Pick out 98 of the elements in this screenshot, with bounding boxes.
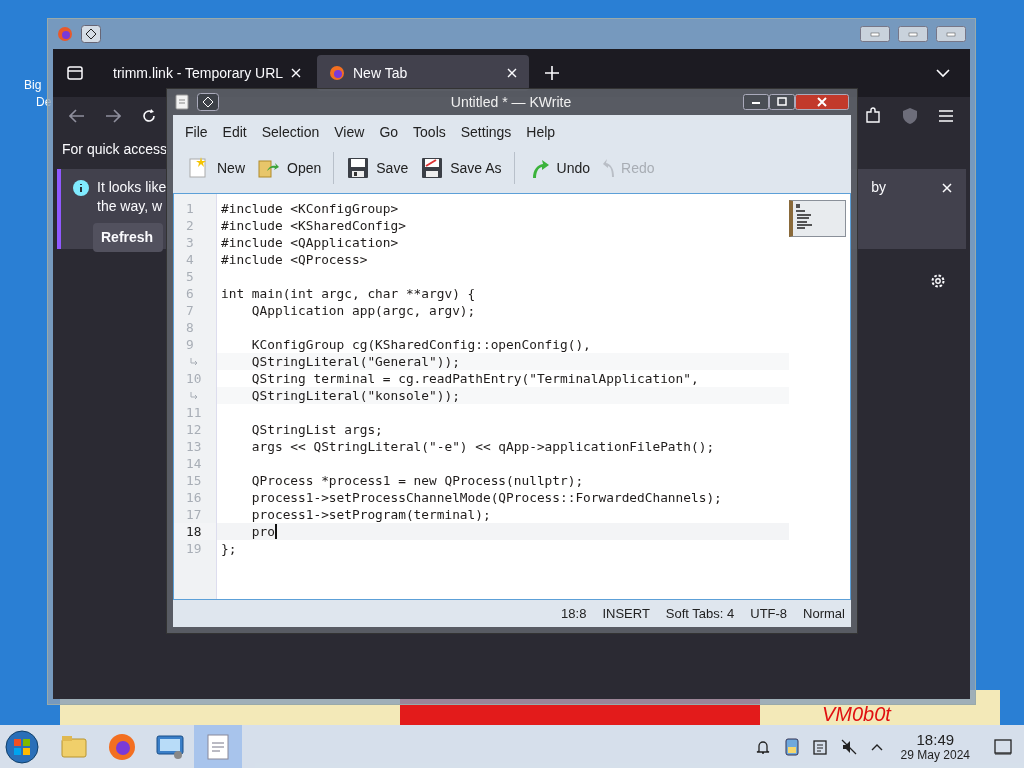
- info-icon: [73, 180, 89, 196]
- device-icon[interactable]: [784, 737, 799, 756]
- code-line: #include <QProcess>: [221, 251, 368, 268]
- code-line: KConfigGroup cg(KSharedConfig::openConfig(),: [250, 336, 591, 353]
- toolbar-button[interactable]: Open: [251, 151, 328, 185]
- line-number: 17: [186, 506, 202, 523]
- bookmarks-hint: For quick access: [62, 139, 168, 159]
- menu-item[interactable]: Go: [373, 117, 405, 147]
- line-number: 7: [186, 302, 194, 319]
- minimap-lines-icon: [795, 203, 815, 231]
- desktop-icon-label: Big: [24, 79, 42, 91]
- code-line: QStringLiteral("General"));: [250, 353, 460, 370]
- menu-icon[interactable]: [938, 109, 954, 123]
- menu-item[interactable]: Help: [520, 117, 562, 147]
- code-line: QProcess *process1 = new QProcess(nullptr);: [250, 472, 584, 489]
- back-arrow-icon[interactable]: [69, 109, 85, 123]
- line-number: 6: [186, 285, 194, 302]
- menu-item[interactable]: File: [179, 117, 214, 147]
- line-number: 14: [186, 455, 202, 472]
- menu-item[interactable]: Settings: [454, 117, 518, 147]
- line-number: 5: [186, 268, 194, 285]
- forward-arrow-icon[interactable]: [105, 109, 121, 123]
- line-number: 11: [186, 404, 202, 421]
- text-cursor: [274, 524, 277, 539]
- wallpaper-text: VM0b0t: [822, 704, 891, 724]
- clock-date: 29 May 2024: [900, 749, 970, 761]
- tab-title: trimm.link - Temporary URL: [113, 63, 284, 83]
- status-item[interactable]: UTF-8: [750, 603, 788, 624]
- line-number: 10: [186, 370, 202, 387]
- line-number: 4: [186, 251, 194, 268]
- code-line: };: [221, 540, 237, 557]
- reload-icon[interactable]: [141, 108, 157, 124]
- status-item[interactable]: 18:8: [561, 603, 587, 624]
- code-line: process1->setProgram(terminal);: [250, 506, 491, 523]
- line-number: 9: [186, 336, 194, 353]
- line-number: 19: [186, 540, 202, 557]
- chevron-up-icon[interactable]: [870, 742, 883, 751]
- code-line: int main(int argc, char **argv) {: [221, 285, 476, 302]
- line-number: 3: [186, 234, 194, 251]
- window-title: Untitled * — KWrite: [449, 92, 573, 112]
- floppy-disk-pencil-icon: [420, 156, 445, 180]
- settings-icon[interactable]: [930, 273, 946, 289]
- puzzle-icon[interactable]: [864, 107, 882, 125]
- code-line: QString terminal = cg.readPathEntry("TerminalApplication",: [250, 370, 699, 387]
- line-number: 15: [186, 472, 202, 489]
- code-line: args << QStringLiteral("-e") << qApp->applicationFilePath();: [250, 438, 715, 455]
- clock-time: 18:49: [916, 732, 955, 747]
- curved-arrow-icon: [602, 158, 616, 178]
- code-line: #include <QApplication>: [221, 234, 399, 251]
- line-number: 8: [186, 319, 194, 336]
- wrap-marker-icon: [190, 358, 198, 365]
- code-line: pro: [250, 523, 275, 540]
- clipboard-icon[interactable]: [812, 738, 827, 755]
- menu-item[interactable]: Tools: [407, 117, 452, 147]
- firefox-icon: [329, 65, 345, 81]
- code-line: QStringList args;: [250, 421, 383, 438]
- code-line: #include <KSharedConfig>: [221, 217, 406, 234]
- bell-icon[interactable]: [754, 738, 771, 755]
- code-line: process1->setProcessChannelMode(QProcess::ForwardedChannels);: [250, 489, 722, 506]
- show-desktop-icon[interactable]: [994, 738, 1012, 755]
- firefox-icon: [57, 26, 73, 42]
- browser-tab[interactable]: New Tab: [317, 55, 529, 91]
- code-line: #include <KConfigGroup>: [221, 200, 399, 217]
- start-orb-icon[interactable]: [4, 728, 40, 765]
- status-item[interactable]: Normal: [803, 603, 845, 624]
- minimize-icon[interactable]: [743, 94, 769, 110]
- clock[interactable]: 18:49 29 May 2024: [900, 732, 970, 761]
- status-item[interactable]: Soft Tabs: 4: [665, 603, 735, 624]
- tab-title: New Tab: [353, 63, 409, 83]
- chevron-down-icon[interactable]: [936, 68, 950, 78]
- code-line: QStringLiteral("konsole"));: [250, 387, 460, 404]
- line-number: 18: [186, 523, 202, 540]
- line-number: 1: [186, 200, 194, 217]
- refresh-button[interactable]: Refresh: [93, 223, 163, 252]
- line-number: 2: [186, 217, 194, 234]
- line-number: 16: [186, 489, 202, 506]
- line-number: 12: [186, 421, 202, 438]
- notepad-icon: [175, 94, 189, 110]
- shield-icon[interactable]: [902, 107, 918, 125]
- diamond-button-icon[interactable]: [197, 93, 219, 111]
- notification-text: by: [871, 179, 886, 196]
- toolbar-button[interactable]: Save As: [414, 151, 508, 185]
- menu-item[interactable]: Selection: [255, 117, 326, 147]
- menu-item[interactable]: Edit: [216, 117, 253, 147]
- wrap-marker-icon: [190, 392, 198, 399]
- notification-text: the way, w: [97, 198, 164, 215]
- browser-tab[interactable]: trimm.link - Temporary URL: [101, 55, 313, 91]
- diamond-button-icon[interactable]: [81, 25, 101, 43]
- notification-text: It looks like: [97, 179, 168, 196]
- menu-item[interactable]: View: [328, 117, 371, 147]
- status-item[interactable]: INSERT: [602, 603, 650, 624]
- speaker-muted-icon[interactable]: [840, 738, 857, 755]
- line-number: 13: [186, 438, 202, 455]
- toolbar-button[interactable]: New: [181, 151, 251, 185]
- plus-icon[interactable]: [545, 66, 559, 80]
- code-line: QApplication app(argc, argv);: [250, 302, 476, 319]
- toolbar-button[interactable]: Undo: [520, 151, 597, 185]
- toolbar-button[interactable]: Save: [340, 151, 415, 185]
